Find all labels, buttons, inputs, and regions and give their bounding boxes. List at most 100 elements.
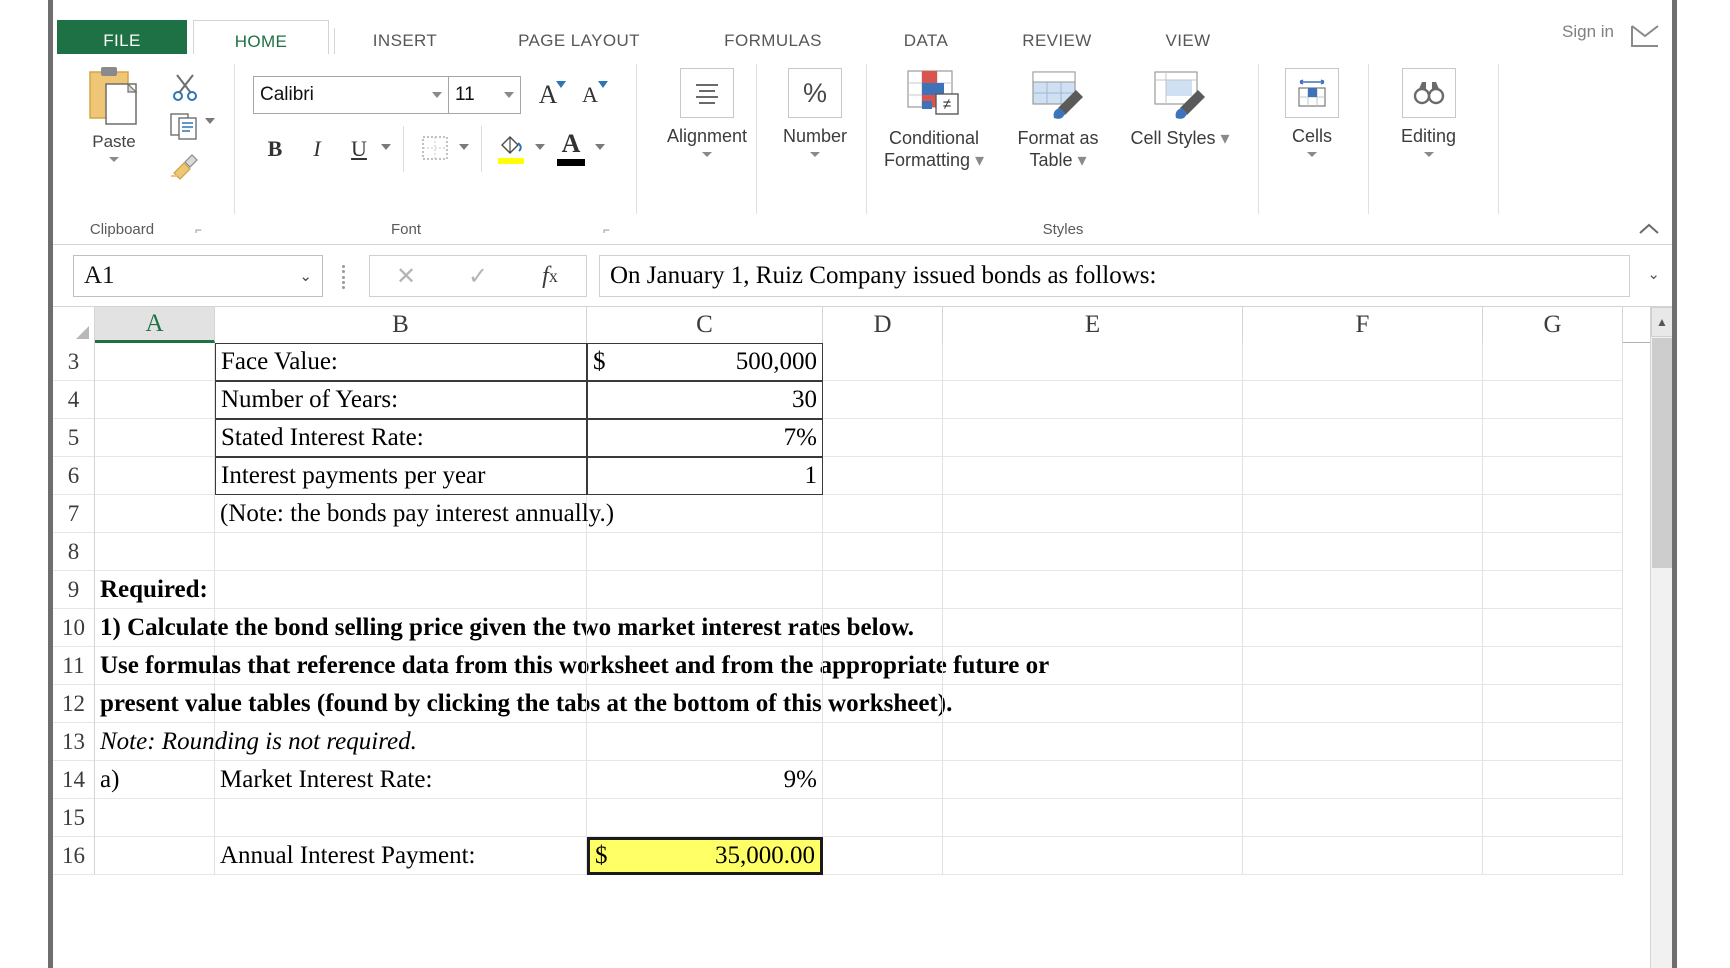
cell-E6[interactable] — [943, 457, 1243, 495]
row-header-13[interactable]: 13 — [53, 723, 95, 761]
cell-F9[interactable] — [1243, 571, 1483, 609]
cell-D15[interactable] — [823, 799, 943, 837]
name-box[interactable]: A1 ⌄ — [73, 255, 323, 297]
paste-button[interactable]: Paste — [71, 64, 157, 194]
cell-E16[interactable] — [943, 837, 1243, 875]
column-header-f[interactable]: F — [1243, 307, 1483, 343]
cell-C6[interactable]: 1 — [587, 457, 823, 495]
cell-G11[interactable] — [1483, 647, 1623, 685]
cell-B14[interactable]: Market Interest Rate: — [215, 761, 587, 799]
cell-D12[interactable] — [823, 685, 943, 723]
cell-G12[interactable] — [1483, 685, 1623, 723]
row-header-3[interactable]: 3 — [53, 343, 95, 381]
tab-home[interactable]: HOME — [193, 20, 329, 54]
tab-insert[interactable]: INSERT — [335, 20, 475, 54]
cell-D10[interactable] — [823, 609, 943, 647]
row-header-6[interactable]: 6 — [53, 457, 95, 495]
cell-E8[interactable] — [943, 533, 1243, 571]
tab-page-layout[interactable]: PAGE LAYOUT — [481, 20, 677, 54]
cell-F4[interactable] — [1243, 381, 1483, 419]
vertical-scrollbar[interactable]: ▲ — [1650, 307, 1672, 968]
tab-formulas[interactable]: FORMULAS — [683, 20, 863, 54]
cell-D9[interactable] — [823, 571, 943, 609]
cell-C8[interactable] — [587, 533, 823, 571]
cell-C4[interactable]: 30 — [587, 381, 823, 419]
cell-B7[interactable]: (Note: the bonds pay interest annually.) — [215, 495, 587, 533]
cell-styles-button[interactable]: Cell Styles ▾ — [1121, 68, 1239, 150]
cell-D3[interactable] — [823, 343, 943, 381]
cell-B12[interactable] — [215, 685, 587, 723]
column-header-c[interactable]: C — [587, 307, 823, 343]
column-header-a[interactable]: A — [95, 307, 215, 343]
cell-D6[interactable] — [823, 457, 943, 495]
copy-button[interactable] — [163, 106, 207, 146]
copy-dropdown-caret[interactable] — [205, 118, 215, 124]
cell-F16[interactable] — [1243, 837, 1483, 875]
cell-E10[interactable] — [943, 609, 1243, 647]
tab-view[interactable]: VIEW — [1133, 20, 1243, 54]
cell-D13[interactable] — [823, 723, 943, 761]
scroll-up-button[interactable]: ▲ — [1651, 307, 1672, 337]
cell-A16[interactable] — [95, 837, 215, 875]
column-header-b[interactable]: B — [215, 307, 587, 343]
cell-G15[interactable] — [1483, 799, 1623, 837]
column-header-g[interactable]: G — [1483, 307, 1623, 343]
cell-F5[interactable] — [1243, 419, 1483, 457]
cell-F11[interactable] — [1243, 647, 1483, 685]
enter-formula-button[interactable]: ✓ — [442, 262, 514, 291]
font-dialog-launcher[interactable]: ⌐ — [603, 223, 610, 237]
cell-B4[interactable]: Number of Years: — [215, 381, 587, 419]
row-header-16[interactable]: 16 — [53, 837, 95, 875]
cell-B8[interactable] — [215, 533, 587, 571]
cut-button[interactable] — [163, 66, 207, 106]
cell-G14[interactable] — [1483, 761, 1623, 799]
cell-D4[interactable] — [823, 381, 943, 419]
cell-G10[interactable] — [1483, 609, 1623, 647]
cell-A13[interactable]: Note: Rounding is not required. — [95, 723, 215, 761]
conditional-formatting-button[interactable]: ≠ Conditional Formatting ▾ — [875, 68, 993, 172]
column-header-d[interactable]: D — [823, 307, 943, 343]
select-all-corner[interactable] — [53, 307, 95, 343]
cell-B10[interactable] — [215, 609, 587, 647]
cell-B16[interactable]: Annual Interest Payment: — [215, 837, 587, 875]
cell-C12[interactable] — [587, 685, 823, 723]
cell-D14[interactable] — [823, 761, 943, 799]
underline-dropdown-caret[interactable] — [381, 144, 391, 150]
bold-button[interactable]: B — [259, 132, 291, 166]
tab-file[interactable]: FILE — [57, 20, 187, 54]
cell-A9[interactable]: Required: — [95, 571, 215, 609]
cell-G7[interactable] — [1483, 495, 1623, 533]
cell-E3[interactable] — [943, 343, 1243, 381]
cell-G4[interactable] — [1483, 381, 1623, 419]
cell-E12[interactable] — [943, 685, 1243, 723]
cell-C15[interactable] — [587, 799, 823, 837]
cell-D16[interactable] — [823, 837, 943, 875]
cell-G6[interactable] — [1483, 457, 1623, 495]
cell-A12[interactable]: present value tables (found by clicking … — [95, 685, 215, 723]
cell-C3[interactable]: $500,000 — [587, 343, 823, 381]
cell-F3[interactable] — [1243, 343, 1483, 381]
cell-D11[interactable] — [823, 647, 943, 685]
cells-dropdown-caret[interactable] — [1307, 152, 1317, 157]
format-as-table-button[interactable]: Format as Table ▾ — [999, 68, 1117, 172]
font-color-dropdown-caret[interactable] — [595, 144, 605, 150]
cell-B15[interactable] — [215, 799, 587, 837]
cell-C10[interactable] — [587, 609, 823, 647]
cell-G8[interactable] — [1483, 533, 1623, 571]
scrollbar-thumb[interactable] — [1652, 338, 1672, 568]
italic-button[interactable]: I — [301, 132, 333, 166]
row-header-14[interactable]: 14 — [53, 761, 95, 799]
formula-input[interactable]: On January 1, Ruiz Company issued bonds … — [599, 255, 1630, 297]
cell-G9[interactable] — [1483, 571, 1623, 609]
increase-font-size-button[interactable]: A — [531, 78, 565, 112]
cell-E7[interactable] — [943, 495, 1243, 533]
borders-dropdown-caret[interactable] — [459, 144, 469, 150]
window-controls[interactable] — [1628, 20, 1662, 50]
cell-D8[interactable] — [823, 533, 943, 571]
font-name-caret[interactable] — [432, 92, 442, 98]
font-size-input[interactable]: 11 — [449, 76, 521, 114]
cancel-formula-button[interactable]: ✕ — [370, 262, 442, 291]
cell-B13[interactable] — [215, 723, 587, 761]
font-size-caret[interactable] — [504, 92, 514, 98]
cell-E9[interactable] — [943, 571, 1243, 609]
